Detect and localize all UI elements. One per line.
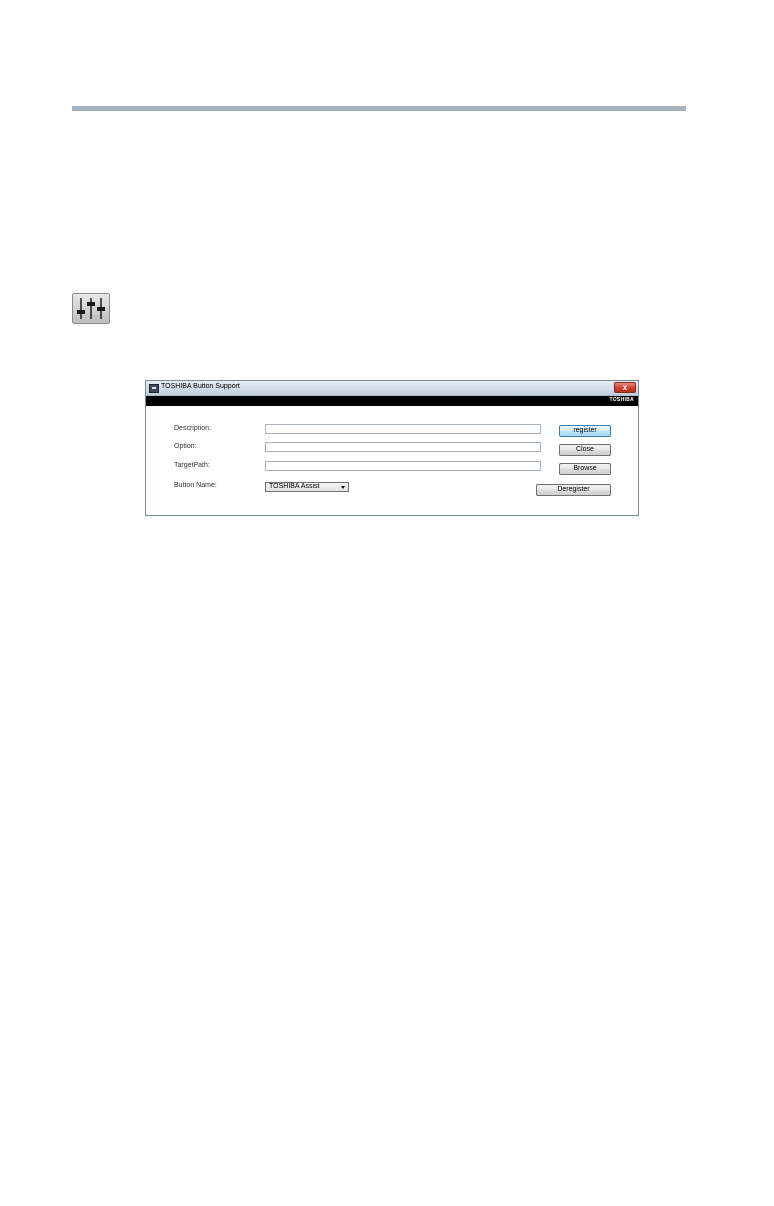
deregister-button[interactable]: Deregister (536, 484, 611, 496)
dialog-body: Description: Option: TargetPath: Button … (146, 406, 638, 515)
close-window-button[interactable]: x (614, 382, 636, 393)
close-icon: x (622, 383, 628, 392)
button-name-selected: TOSHIBA Assist (269, 483, 320, 490)
description-label: Description: (174, 425, 211, 432)
register-button[interactable]: register (559, 425, 611, 437)
button-support-dialog: TOSHIBA Button Support x TOSHIBA Descrip… (145, 380, 639, 516)
option-label: Option: (174, 443, 197, 450)
header-rule (72, 106, 686, 111)
description-field[interactable] (265, 424, 541, 434)
button-name-select[interactable]: TOSHIBA Assist (265, 482, 349, 492)
dialog-titlebar[interactable]: TOSHIBA Button Support x (146, 381, 638, 396)
equalizer-icon (72, 293, 110, 324)
target-path-field[interactable] (265, 461, 541, 471)
button-name-label: Button Name: (174, 482, 217, 489)
close-button[interactable]: Close (559, 444, 611, 456)
target-path-label: TargetPath: (174, 462, 210, 469)
toshiba-logo: TOSHIBA (609, 397, 634, 403)
brand-bar: TOSHIBA (146, 396, 638, 406)
option-field[interactable] (265, 442, 541, 452)
toshiba-app-icon (149, 384, 159, 393)
chevron-down-icon (341, 486, 345, 489)
dialog-title: TOSHIBA Button Support (161, 383, 240, 390)
browse-button[interactable]: Browse (559, 463, 611, 475)
